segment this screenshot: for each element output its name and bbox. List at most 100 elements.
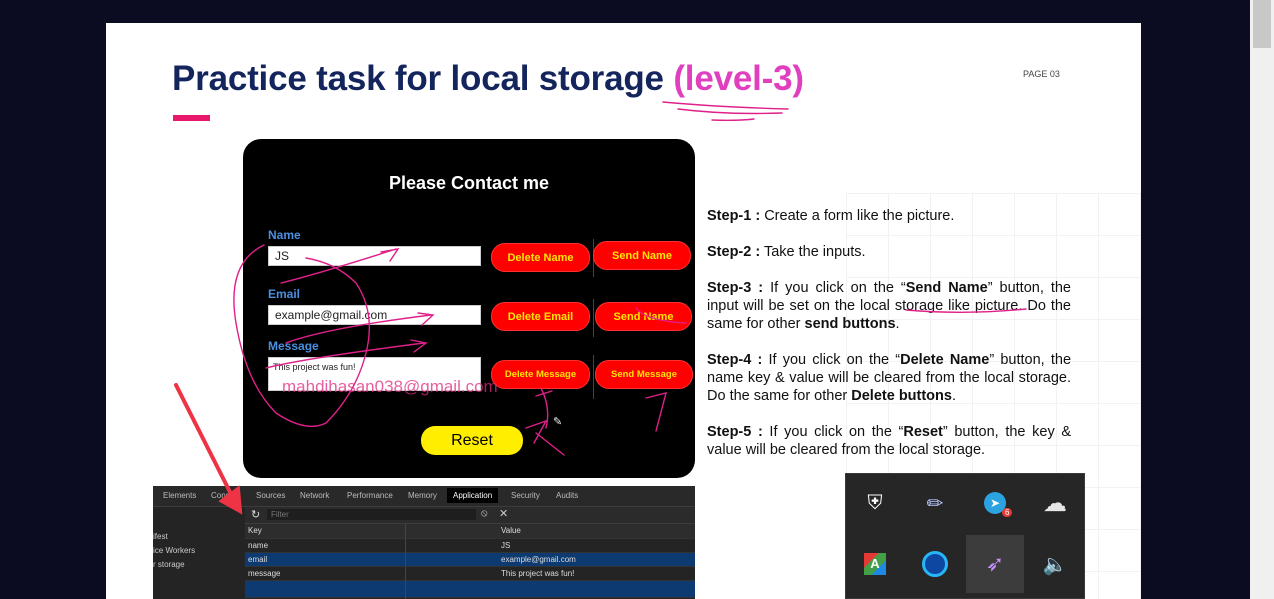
step-emphasis: Delete buttons [851,388,952,404]
step-emphasis: Delete Name [900,352,990,368]
step-label: Step-3 : [707,280,764,296]
devtools-tab-network[interactable]: Network [300,491,329,500]
email-label: Email [268,287,301,301]
name-input[interactable]: JS [268,246,481,266]
step-text: Take the inputs. [760,244,866,260]
devtools-sidebar: ifest ice Workers r storage [153,507,243,599]
windows-security-warning-icon: ⛨ [867,491,883,514]
title-accent-bar [173,115,210,121]
column-key[interactable]: Key [248,526,262,535]
onedrive-icon: ☁ [1043,489,1067,517]
tray-item-security[interactable]: ⛨ [846,474,904,532]
step-text: If you click on the “ [762,352,901,368]
tray-item-ring-app[interactable] [906,535,964,593]
step-item: Step-3 : If you click on the “Send Name”… [707,279,1071,333]
feather-pen-app-icon: ➶ [985,551,1005,576]
delete-name-button[interactable]: Delete Name [491,243,590,272]
step-label: Step-2 : [707,244,761,260]
send-name-button[interactable]: Send Name [593,241,691,270]
step-emphasis: Reset [903,424,943,440]
color-grid-app-icon: A [864,553,886,575]
step-item: Step-1 : Create a form like the picture. [707,207,1071,225]
annotation-stroke [711,118,755,122]
table-row[interactable]: email example@gmail.com [245,553,695,567]
send-message-button[interactable]: Send Message [595,360,693,389]
row-key: message [248,569,281,578]
delete-selected-icon[interactable]: ✕ [499,507,508,520]
tray-item-speaker[interactable]: 🔈 [1026,535,1084,593]
devtools-tab-security[interactable]: Security [511,491,540,500]
telegram-badge: 6 [1002,508,1013,517]
table-row-empty[interactable] [245,581,695,598]
column-value[interactable]: Value [501,526,521,535]
row-key: name [248,541,269,550]
step-text: If you click on the “ [762,424,904,440]
page-title: Practice task for local storage (level-3… [172,59,804,99]
sidebar-item-manifest[interactable]: ifest [153,532,168,541]
devtools-storage-toolbar: ↻ Filter ⦸ ✕ [245,507,695,524]
red-arrow-shaft [174,383,234,498]
step-text: If you click on the “ [763,280,906,296]
reset-button[interactable]: Reset [421,426,523,455]
step-text: . [895,316,900,332]
speaker-icon: 🔈 [1042,553,1068,576]
title-level: (level-3) [673,59,804,98]
devtools-tab-memory[interactable]: Memory [408,491,437,500]
devtools-tab-application[interactable]: Application [447,488,499,503]
devtools-tab-console[interactable]: Conso [211,491,234,500]
tray-item-feather[interactable]: ➶ [966,535,1024,593]
devtools-tab-sources[interactable]: Sources [256,491,285,500]
filter-input[interactable]: Filter [267,509,476,520]
contact-form-screenshot: Please Contact me Name JS Delete Name Se… [243,139,695,478]
step-emphasis: Send Name [905,280,988,296]
tray-item-telegram[interactable]: ➤ 6 [966,474,1024,532]
devtools-tab-elements[interactable]: Elements [163,491,196,500]
devtools-tab-audits[interactable]: Audits [556,491,578,500]
ring-app-icon [922,551,948,577]
row-key: email [248,555,268,564]
sidebar-item-local-storage[interactable]: r storage [153,560,185,569]
step-item: Step-4 : If you click on the “Delete Nam… [707,351,1071,405]
tray-item-color-app[interactable]: A [846,535,904,593]
table-row[interactable]: name JS [245,539,695,553]
step-item: Step-5 : If you click on the “Reset” but… [707,423,1071,459]
storage-table: Key Value name JS email example@gmail.co… [245,524,695,598]
devtools-tab-bar: Elements Conso Sources Network Performan… [153,486,695,507]
refresh-icon[interactable]: ↻ [251,508,260,521]
tray-item-pencil[interactable]: ✏ [906,474,964,532]
step-item: Step-2 : Take the inputs. [707,243,1071,261]
devtools-screenshot: Elements Conso Sources Network Performan… [153,486,695,599]
annotation-stroke [662,101,789,110]
send-email-button[interactable]: Send Name [595,302,692,331]
page-scrollbar[interactable] [1250,0,1274,599]
step-list: Step-1 : Create a form like the picture.… [707,207,1071,477]
column-divider [405,524,406,599]
scrollbar-thumb[interactable] [1253,0,1271,48]
row-value: example@gmail.com [501,555,576,564]
pencil-app-icon: ✏ [926,492,944,515]
page-number: PAGE 03 [1023,69,1060,79]
step-text: . [951,388,956,404]
step-label: Step-4 : [707,352,763,368]
email-watermark: mahdihasan038@gmail.com [282,377,498,396]
annotation-stroke [677,108,783,115]
clear-all-icon[interactable]: ⦸ [481,508,488,519]
system-tray-overflow: ⛨ ✏ ➤ 6 ☁ A ➶ 🔈 [845,473,1085,599]
devtools-tab-performance[interactable]: Performance [347,491,393,500]
sidebar-item-service-workers[interactable]: ice Workers [153,546,195,555]
step-emphasis: send buttons [804,316,896,332]
step-text: Create a form like the picture. [760,208,955,224]
delete-email-button[interactable]: Delete Email [491,302,590,331]
name-label: Name [268,228,301,242]
divider [593,299,594,337]
title-main: Practice task for local storage [172,59,664,98]
email-input[interactable]: example@gmail.com [268,305,481,325]
cursor-pen-icon: ✎ [553,416,563,428]
divider [593,355,594,399]
step-label: Step-5 : [707,424,763,440]
row-value: JS [501,541,511,550]
table-row[interactable]: message This project was fun! [245,567,695,581]
delete-message-button[interactable]: Delete Message [491,360,590,389]
tray-item-onedrive[interactable]: ☁ [1026,474,1084,532]
message-label: Message [268,339,319,353]
